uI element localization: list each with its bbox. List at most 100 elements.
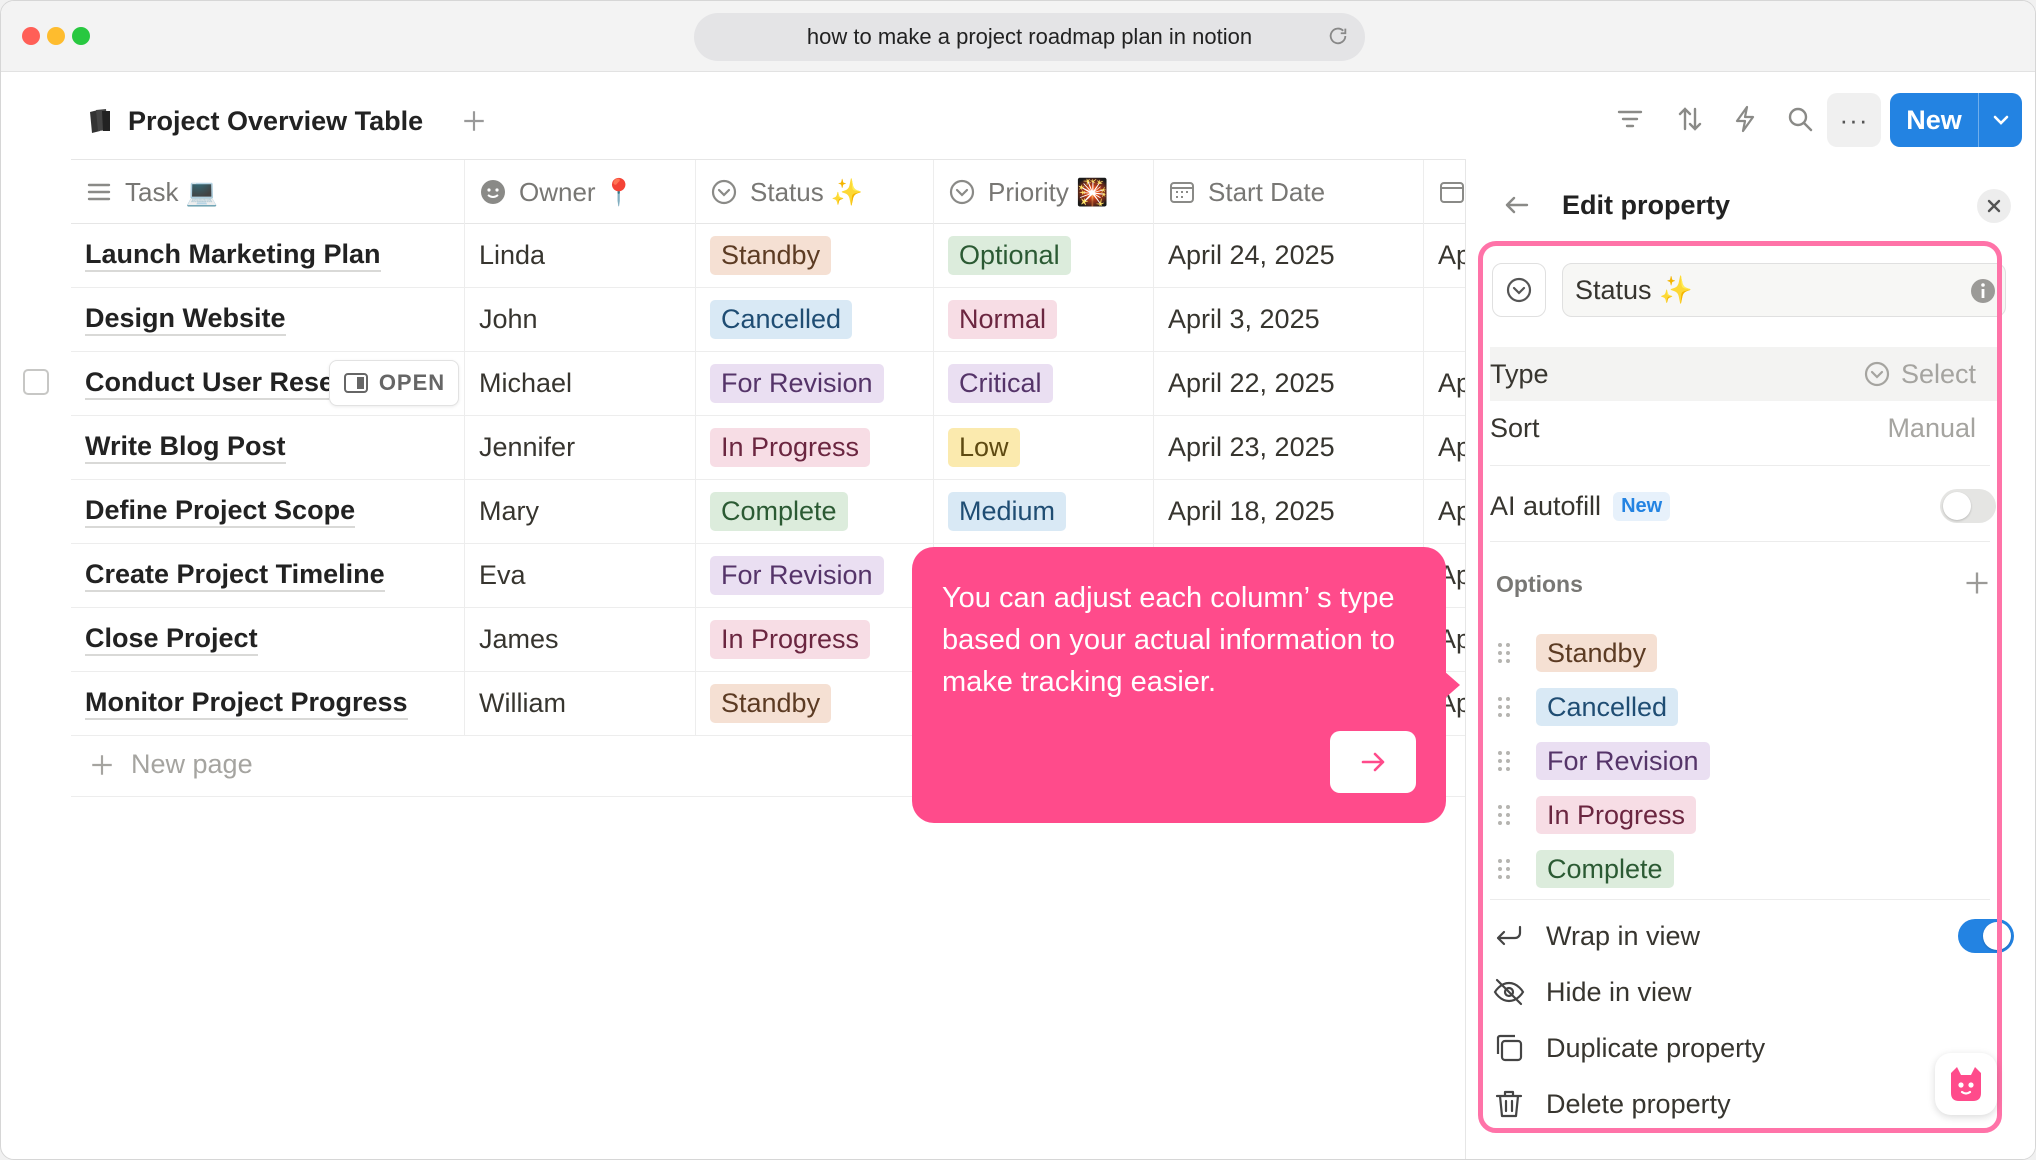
cell-next[interactable]: Ap xyxy=(1424,224,1465,287)
tooltip-next-button[interactable] xyxy=(1330,731,1416,793)
cell-task[interactable]: Write Blog Post xyxy=(71,416,465,479)
arrow-right-icon xyxy=(1361,752,1385,772)
search-icon[interactable] xyxy=(1785,104,1815,134)
cell-status[interactable]: For Revision xyxy=(696,544,934,607)
column-header-task[interactable]: Task 💻 xyxy=(71,160,465,224)
database-title[interactable]: Project Overview Table xyxy=(128,106,423,137)
cell-task[interactable]: Close Project xyxy=(71,608,465,671)
cell-next[interactable]: Ap xyxy=(1424,352,1465,415)
column-label: Start Date xyxy=(1208,176,1326,207)
maximize-window-button[interactable] xyxy=(72,27,90,45)
close-panel-button[interactable] xyxy=(1977,189,2011,223)
column-label: Owner 📍 xyxy=(519,176,636,207)
status-tag: In Progress xyxy=(710,428,871,467)
task-text: Write Blog Post xyxy=(85,431,286,465)
cell-owner[interactable]: Jennifer xyxy=(465,416,696,479)
column-header-start-date[interactable]: Start Date xyxy=(1154,160,1424,224)
back-arrow-icon[interactable] xyxy=(1502,190,1532,220)
cat-logo-icon xyxy=(1951,1067,1981,1101)
address-bar[interactable]: how to make a project roadmap plan in no… xyxy=(694,13,1365,61)
cell-owner[interactable]: Mary xyxy=(465,480,696,543)
table-row[interactable]: Conduct User Resea Michael For Revision Cri… xyxy=(71,352,1465,416)
calendar-icon xyxy=(1440,182,1464,203)
sort-icon[interactable] xyxy=(1675,104,1705,134)
status-tag: In Progress xyxy=(710,620,871,659)
priority-tag: Normal xyxy=(948,300,1058,339)
cell-owner[interactable]: James xyxy=(465,608,696,671)
cell-task[interactable]: Design Website xyxy=(71,288,465,351)
cell-status[interactable]: For Revision xyxy=(696,352,934,415)
column-label: Task 💻 xyxy=(125,176,219,207)
task-text: Conduct User Resea xyxy=(85,367,350,401)
cell-start[interactable]: April 24, 2025 xyxy=(1154,224,1424,287)
cell-start[interactable]: April 22, 2025 xyxy=(1154,352,1424,415)
cell-next[interactable] xyxy=(1424,288,1465,351)
status-tag: Complete xyxy=(710,492,848,531)
column-header-priority[interactable]: Priority 🎇 xyxy=(934,160,1154,224)
more-options-button[interactable]: ··· xyxy=(1827,93,1881,147)
open-page-button[interactable]: OPEN xyxy=(329,360,459,406)
start-text: April 18, 2025 xyxy=(1168,496,1335,526)
table-row[interactable]: Launch Marketing Plan Linda Standby Optiona… xyxy=(71,224,1465,288)
cell-next[interactable]: Ap xyxy=(1424,480,1465,543)
person-property-icon xyxy=(481,180,505,204)
cell-priority[interactable]: Critical xyxy=(934,352,1154,415)
start-text: April 3, 2025 xyxy=(1168,304,1320,334)
task-text: Monitor Project Progress xyxy=(85,687,408,721)
more-icon: ··· xyxy=(1839,104,1869,135)
minimize-window-button[interactable] xyxy=(47,27,65,45)
start-text: April 23, 2025 xyxy=(1168,432,1335,462)
column-label: Status ✨ xyxy=(750,176,864,207)
add-view-icon[interactable] xyxy=(461,108,487,134)
cell-start[interactable]: April 3, 2025 xyxy=(1154,288,1424,351)
panel-title: Edit property xyxy=(1562,189,1731,220)
row-select-checkbox[interactable] xyxy=(23,369,49,395)
priority-tag: Medium xyxy=(948,492,1067,531)
column-header-end-date[interactable] xyxy=(1424,160,1465,224)
table-row[interactable]: Write Blog Post Jennifer In Progress Low Apr… xyxy=(71,416,1465,480)
next-text: Ap xyxy=(1438,496,1465,526)
assistant-widget-button[interactable] xyxy=(1935,1053,1997,1115)
cell-priority[interactable]: Optional xyxy=(934,224,1154,287)
plus-icon xyxy=(92,754,112,775)
close-window-button[interactable] xyxy=(22,27,40,45)
cell-next[interactable]: Ap xyxy=(1424,416,1465,479)
cell-start[interactable]: April 18, 2025 xyxy=(1154,480,1424,543)
cell-status[interactable]: In Progress xyxy=(696,416,934,479)
column-header-status[interactable]: Status ✨ xyxy=(696,160,934,224)
tutorial-highlight-frame xyxy=(1478,241,2002,1133)
cell-owner[interactable]: John xyxy=(465,288,696,351)
cell-status[interactable]: Cancelled xyxy=(696,288,934,351)
cell-status[interactable]: Complete xyxy=(696,480,934,543)
new-button[interactable]: New xyxy=(1890,93,1978,147)
cell-status[interactable]: Standby xyxy=(696,672,934,735)
cell-start[interactable]: April 23, 2025 xyxy=(1154,416,1424,479)
table-row[interactable]: Define Project Scope Mary Complete Medium Ap… xyxy=(71,480,1465,544)
database-title-bar: Project Overview Table xyxy=(84,101,487,141)
cell-task[interactable]: Define Project Scope xyxy=(71,480,465,543)
column-header-owner[interactable]: Owner 📍 xyxy=(465,160,696,224)
new-dropdown-button[interactable] xyxy=(1978,93,2022,147)
cell-status[interactable]: In Progress xyxy=(696,608,934,671)
cell-task[interactable]: Launch Marketing Plan xyxy=(71,224,465,287)
cell-priority[interactable]: Medium xyxy=(934,480,1154,543)
cell-task[interactable]: Create Project Timeline xyxy=(71,544,465,607)
task-text: Close Project xyxy=(85,623,258,657)
automation-icon[interactable] xyxy=(1730,104,1760,134)
table-row[interactable]: Design Website John Cancelled Normal April 3… xyxy=(71,288,1465,352)
title-bar: how to make a project roadmap plan in no… xyxy=(1,1,2035,72)
filter-icon[interactable] xyxy=(1615,104,1645,134)
reload-icon[interactable] xyxy=(1327,25,1349,47)
cell-owner[interactable]: Michael xyxy=(465,352,696,415)
cell-owner[interactable]: William xyxy=(465,672,696,735)
cell-task[interactable]: Monitor Project Progress xyxy=(71,672,465,735)
cell-priority[interactable]: Low xyxy=(934,416,1154,479)
priority-tag: Low xyxy=(948,428,1020,467)
cell-status[interactable]: Standby xyxy=(696,224,934,287)
cell-owner[interactable]: Eva xyxy=(465,544,696,607)
panel-header: Edit property xyxy=(1502,183,1730,227)
cell-owner[interactable]: Linda xyxy=(465,224,696,287)
cell-priority[interactable]: Normal xyxy=(934,288,1154,351)
text-property-icon xyxy=(87,183,111,201)
select-property-icon xyxy=(711,179,737,205)
